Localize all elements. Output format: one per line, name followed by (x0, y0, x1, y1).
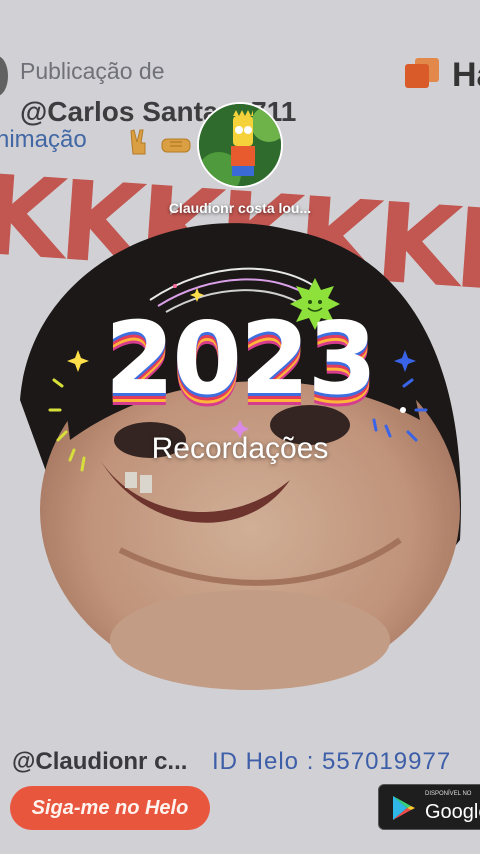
recap-year: 2023 (104, 300, 377, 417)
google-play-badge[interactable]: DISPONÍVEL NO Google (378, 784, 480, 830)
story-frame: Publicação de Ha @Carlos Santana711 nima… (0, 0, 480, 854)
footer-user-handle[interactable]: @Claudionr c... (12, 748, 187, 776)
recap-title: 2023 Recordações (40, 260, 440, 490)
footer-helo-id: ID Helo : 557019977 (212, 748, 452, 775)
cartoon-avatar-icon (199, 104, 281, 186)
store-small-label: DISPONÍVEL NO (425, 791, 472, 797)
follow-on-helo-button[interactable]: Siga-me no Helo (10, 786, 210, 830)
store-big-label: Google (425, 801, 480, 823)
profile-avatar[interactable] (197, 102, 283, 188)
recap-subtitle: Recordações (151, 432, 329, 465)
profile-card[interactable]: Claudionr costa lou... (140, 102, 340, 216)
profile-name[interactable]: Claudionr costa lou... (140, 200, 340, 216)
google-play-icon (393, 796, 415, 820)
